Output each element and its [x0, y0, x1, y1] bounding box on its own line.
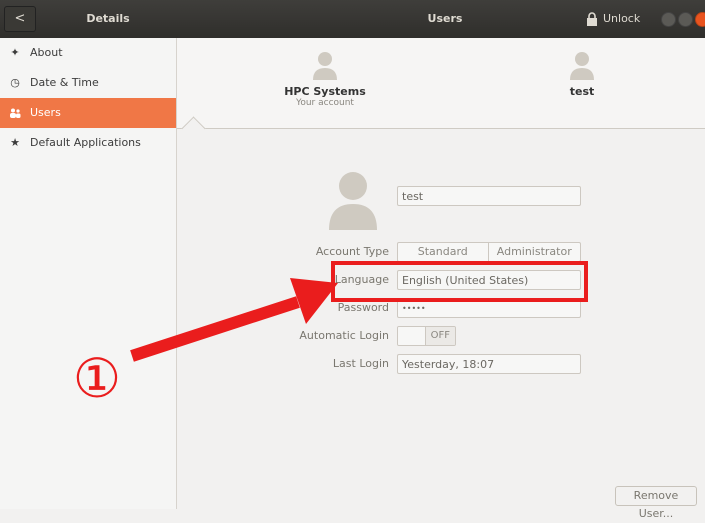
step-number-badge: ① — [72, 349, 122, 409]
annotation-arrow — [130, 278, 338, 362]
